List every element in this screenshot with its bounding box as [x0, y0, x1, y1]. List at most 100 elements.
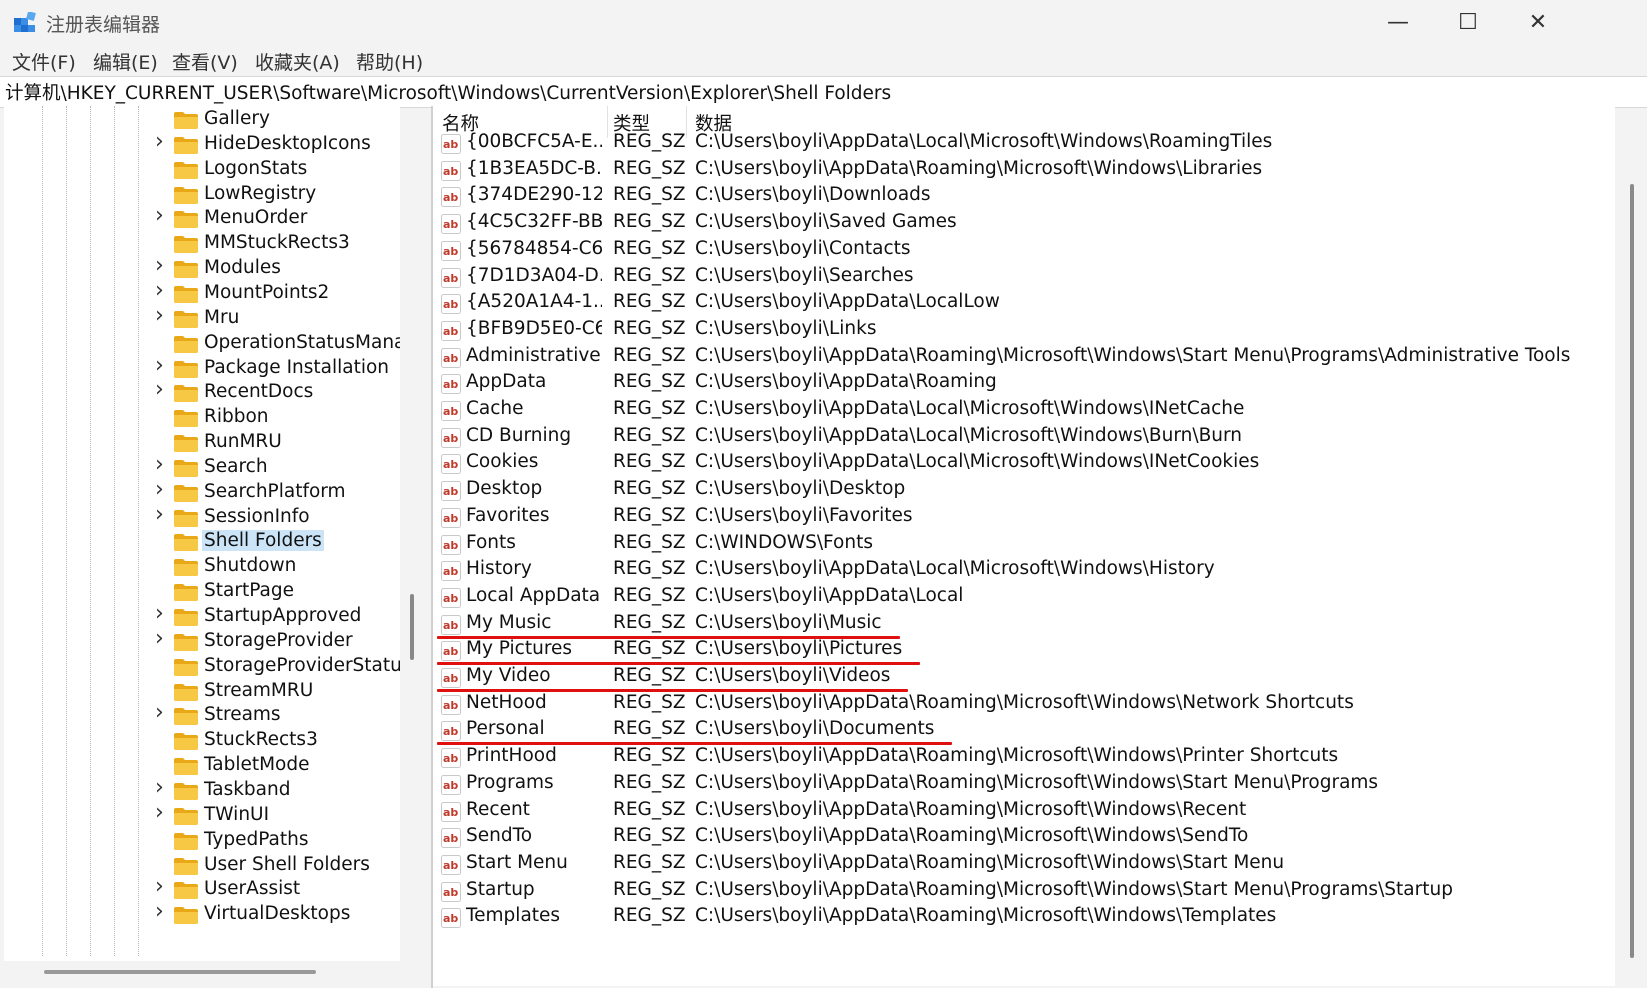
tree-item[interactable]: LogonStats	[4, 157, 400, 183]
tree-item[interactable]: › Mru	[4, 303, 400, 332]
menu-view[interactable]: 查看(V)	[172, 48, 238, 75]
value-row[interactable]: ab PrintHood REG_SZ C:\Users\boyli\AppData\…	[433, 744, 1615, 772]
value-row[interactable]: ab Fonts REG_SZ C:\WINDOWS\Fonts	[433, 531, 1615, 559]
tree-item[interactable]: StartPage	[4, 579, 400, 605]
chevron-right-icon[interactable]: ›	[155, 800, 164, 825]
value-row[interactable]: ab AppData REG_SZ C:\Users\boyli\AppData\Ro…	[433, 370, 1615, 398]
tree-item-label: Mru	[204, 306, 240, 328]
tree-item[interactable]: Ribbon	[4, 405, 400, 431]
svg-text:ab: ab	[443, 752, 458, 765]
value-row[interactable]: ab My Video REG_SZ C:\Users\boyli\Videos	[433, 664, 1615, 692]
tree-item[interactable]: › RecentDocs	[4, 377, 400, 406]
chevron-right-icon[interactable]: ›	[155, 303, 164, 328]
value-row[interactable]: ab Favorites REG_SZ C:\Users\boyli\Favorite…	[433, 504, 1615, 532]
tree-item[interactable]: › Streams	[4, 700, 400, 729]
tree-item[interactable]: StreamMRU	[4, 679, 400, 705]
value-data: C:\Users\boyli\Downloads	[695, 184, 931, 206]
tree-item[interactable]: OperationStatusManag	[4, 331, 400, 357]
tree-item[interactable]: › StartupApproved	[4, 601, 400, 630]
tree-item[interactable]: › StorageProvider	[4, 626, 400, 655]
tree-item[interactable]: › SearchPlatform	[4, 477, 400, 506]
value-row[interactable]: ab {374DE290-12... REG_SZ C:\Users\boyli\Do…	[433, 183, 1615, 211]
tree-item[interactable]: › MenuOrder	[4, 203, 400, 232]
value-row[interactable]: ab {7D1D3A04-D... REG_SZ C:\Users\boyli\Sea…	[433, 264, 1615, 292]
chevron-right-icon[interactable]: ›	[155, 874, 164, 899]
chevron-right-icon[interactable]: ›	[155, 601, 164, 626]
tree-item[interactable]: Gallery	[4, 107, 400, 133]
tree-vertical-scrollbar[interactable]	[410, 594, 414, 660]
address-bar[interactable]: 计算机\HKEY_CURRENT_USER\Software\Microsoft…	[0, 76, 1647, 108]
chevron-right-icon[interactable]: ›	[155, 452, 164, 477]
value-row[interactable]: ab CD Burning REG_SZ C:\Users\boyli\AppData…	[433, 424, 1615, 452]
chevron-right-icon[interactable]: ›	[155, 377, 164, 402]
value-row[interactable]: ab Start Menu REG_SZ C:\Users\boyli\AppData…	[433, 851, 1615, 879]
value-list[interactable]: 名称 类型 数据 ab {00BCFC5A-E... REG_SZ C:\Users\…	[433, 106, 1615, 986]
tree-item[interactable]: › TWinUI	[4, 800, 400, 829]
close-button[interactable]: ✕	[1503, 0, 1573, 44]
value-row[interactable]: ab {00BCFC5A-E... REG_SZ C:\Users\boyli\App…	[433, 130, 1615, 158]
value-row[interactable]: ab Administrative... REG_SZ C:\Users\boyli\…	[433, 344, 1615, 372]
value-row[interactable]: ab Templates REG_SZ C:\Users\boyli\AppData\…	[433, 904, 1615, 932]
list-vertical-scrollbar[interactable]	[1630, 184, 1634, 958]
tree-item[interactable]: MMStuckRects3	[4, 231, 400, 257]
chevron-right-icon[interactable]: ›	[155, 700, 164, 725]
value-row[interactable]: ab My Music REG_SZ C:\Users\boyli\Music	[433, 611, 1615, 639]
tree-item[interactable]: › SessionInfo	[4, 502, 400, 531]
tree-item[interactable]: StuckRects3	[4, 728, 400, 754]
tree-item[interactable]: › Search	[4, 452, 400, 481]
maximize-button[interactable]: ☐	[1433, 0, 1503, 44]
tree-item[interactable]: Shell Folders	[4, 529, 400, 555]
chevron-right-icon[interactable]: ›	[155, 129, 164, 154]
menu-file[interactable]: 文件(F)	[12, 48, 76, 75]
value-row[interactable]: ab {BFB9D5E0-C6... REG_SZ C:\Users\boyli\Li…	[433, 317, 1615, 345]
tree-item[interactable]: RunMRU	[4, 430, 400, 456]
value-row[interactable]: ab Recent REG_SZ C:\Users\boyli\AppData\Roa…	[433, 798, 1615, 826]
tree-item[interactable]: › Package Installation	[4, 353, 400, 382]
tree-item[interactable]: › Taskband	[4, 775, 400, 804]
tree-item[interactable]: › UserAssist	[4, 874, 400, 903]
value-row[interactable]: ab {1B3EA5DC-B... REG_SZ C:\Users\boyli\App…	[433, 157, 1615, 185]
tree-item[interactable]: TypedPaths	[4, 828, 400, 854]
tree-item[interactable]: TabletMode	[4, 753, 400, 779]
menu-help[interactable]: 帮助(H)	[356, 48, 423, 75]
value-row[interactable]: ab Cache REG_SZ C:\Users\boyli\AppData\Loca…	[433, 397, 1615, 425]
chevron-right-icon[interactable]: ›	[155, 203, 164, 228]
folder-icon	[174, 708, 198, 726]
chevron-right-icon[interactable]: ›	[155, 626, 164, 651]
value-row[interactable]: ab NetHood REG_SZ C:\Users\boyli\AppData\Ro…	[433, 691, 1615, 719]
tree-item[interactable]: › Modules	[4, 253, 400, 282]
tree-item[interactable]: Shutdown	[4, 554, 400, 580]
chevron-right-icon[interactable]: ›	[155, 775, 164, 800]
chevron-right-icon[interactable]: ›	[155, 353, 164, 378]
chevron-right-icon[interactable]: ›	[155, 477, 164, 502]
tree-item[interactable]: › MountPoints2	[4, 278, 400, 307]
menu-edit[interactable]: 编辑(E)	[93, 48, 158, 75]
chevron-right-icon[interactable]: ›	[155, 253, 164, 278]
tree-item[interactable]: LowRegistry	[4, 182, 400, 208]
minimize-button[interactable]: —	[1363, 0, 1433, 44]
value-row[interactable]: ab Desktop REG_SZ C:\Users\boyli\Desktop	[433, 477, 1615, 505]
chevron-right-icon[interactable]: ›	[155, 278, 164, 303]
value-row[interactable]: ab {A520A1A4-1... REG_SZ C:\Users\boyli\App…	[433, 290, 1615, 318]
value-type: REG_SZ	[613, 531, 686, 553]
tree-item[interactable]: › VirtualDesktops	[4, 899, 400, 928]
value-data: C:\Users\boyli\Pictures	[695, 638, 903, 660]
address-path[interactable]: 计算机\HKEY_CURRENT_USER\Software\Microsoft…	[5, 79, 891, 105]
value-row[interactable]: ab SendTo REG_SZ C:\Users\boyli\AppData\Roa…	[433, 824, 1615, 852]
value-row[interactable]: ab Local AppData REG_SZ C:\Users\boyli\AppD…	[433, 584, 1615, 612]
value-row[interactable]: ab History REG_SZ C:\Users\boyli\AppData\Lo…	[433, 557, 1615, 585]
value-row[interactable]: ab Startup REG_SZ C:\Users\boyli\AppData\Ro…	[433, 878, 1615, 906]
menu-favorites[interactable]: 收藏夹(A)	[255, 48, 340, 75]
chevron-right-icon[interactable]: ›	[155, 502, 164, 527]
tree-horizontal-scrollbar[interactable]	[44, 970, 316, 974]
value-row[interactable]: ab {4C5C32FF-BB... REG_SZ C:\Users\boyli\Sa…	[433, 210, 1615, 238]
tree-item[interactable]: › HideDesktopIcons	[4, 129, 400, 158]
tree-item[interactable]: StorageProviderStatus	[4, 654, 400, 680]
value-row[interactable]: ab Cookies REG_SZ C:\Users\boyli\AppData\Lo…	[433, 450, 1615, 478]
key-tree[interactable]: Gallery › HideDesktopIcons LogonStats LowReg…	[4, 106, 400, 961]
value-row[interactable]: ab {56784854-C6... REG_SZ C:\Users\boyli\Co…	[433, 237, 1615, 265]
chevron-right-icon[interactable]: ›	[155, 899, 164, 924]
tree-item[interactable]: User Shell Folders	[4, 853, 400, 879]
value-row[interactable]: ab Programs REG_SZ C:\Users\boyli\AppData\R…	[433, 771, 1615, 799]
value-name: Local AppData	[466, 584, 601, 606]
